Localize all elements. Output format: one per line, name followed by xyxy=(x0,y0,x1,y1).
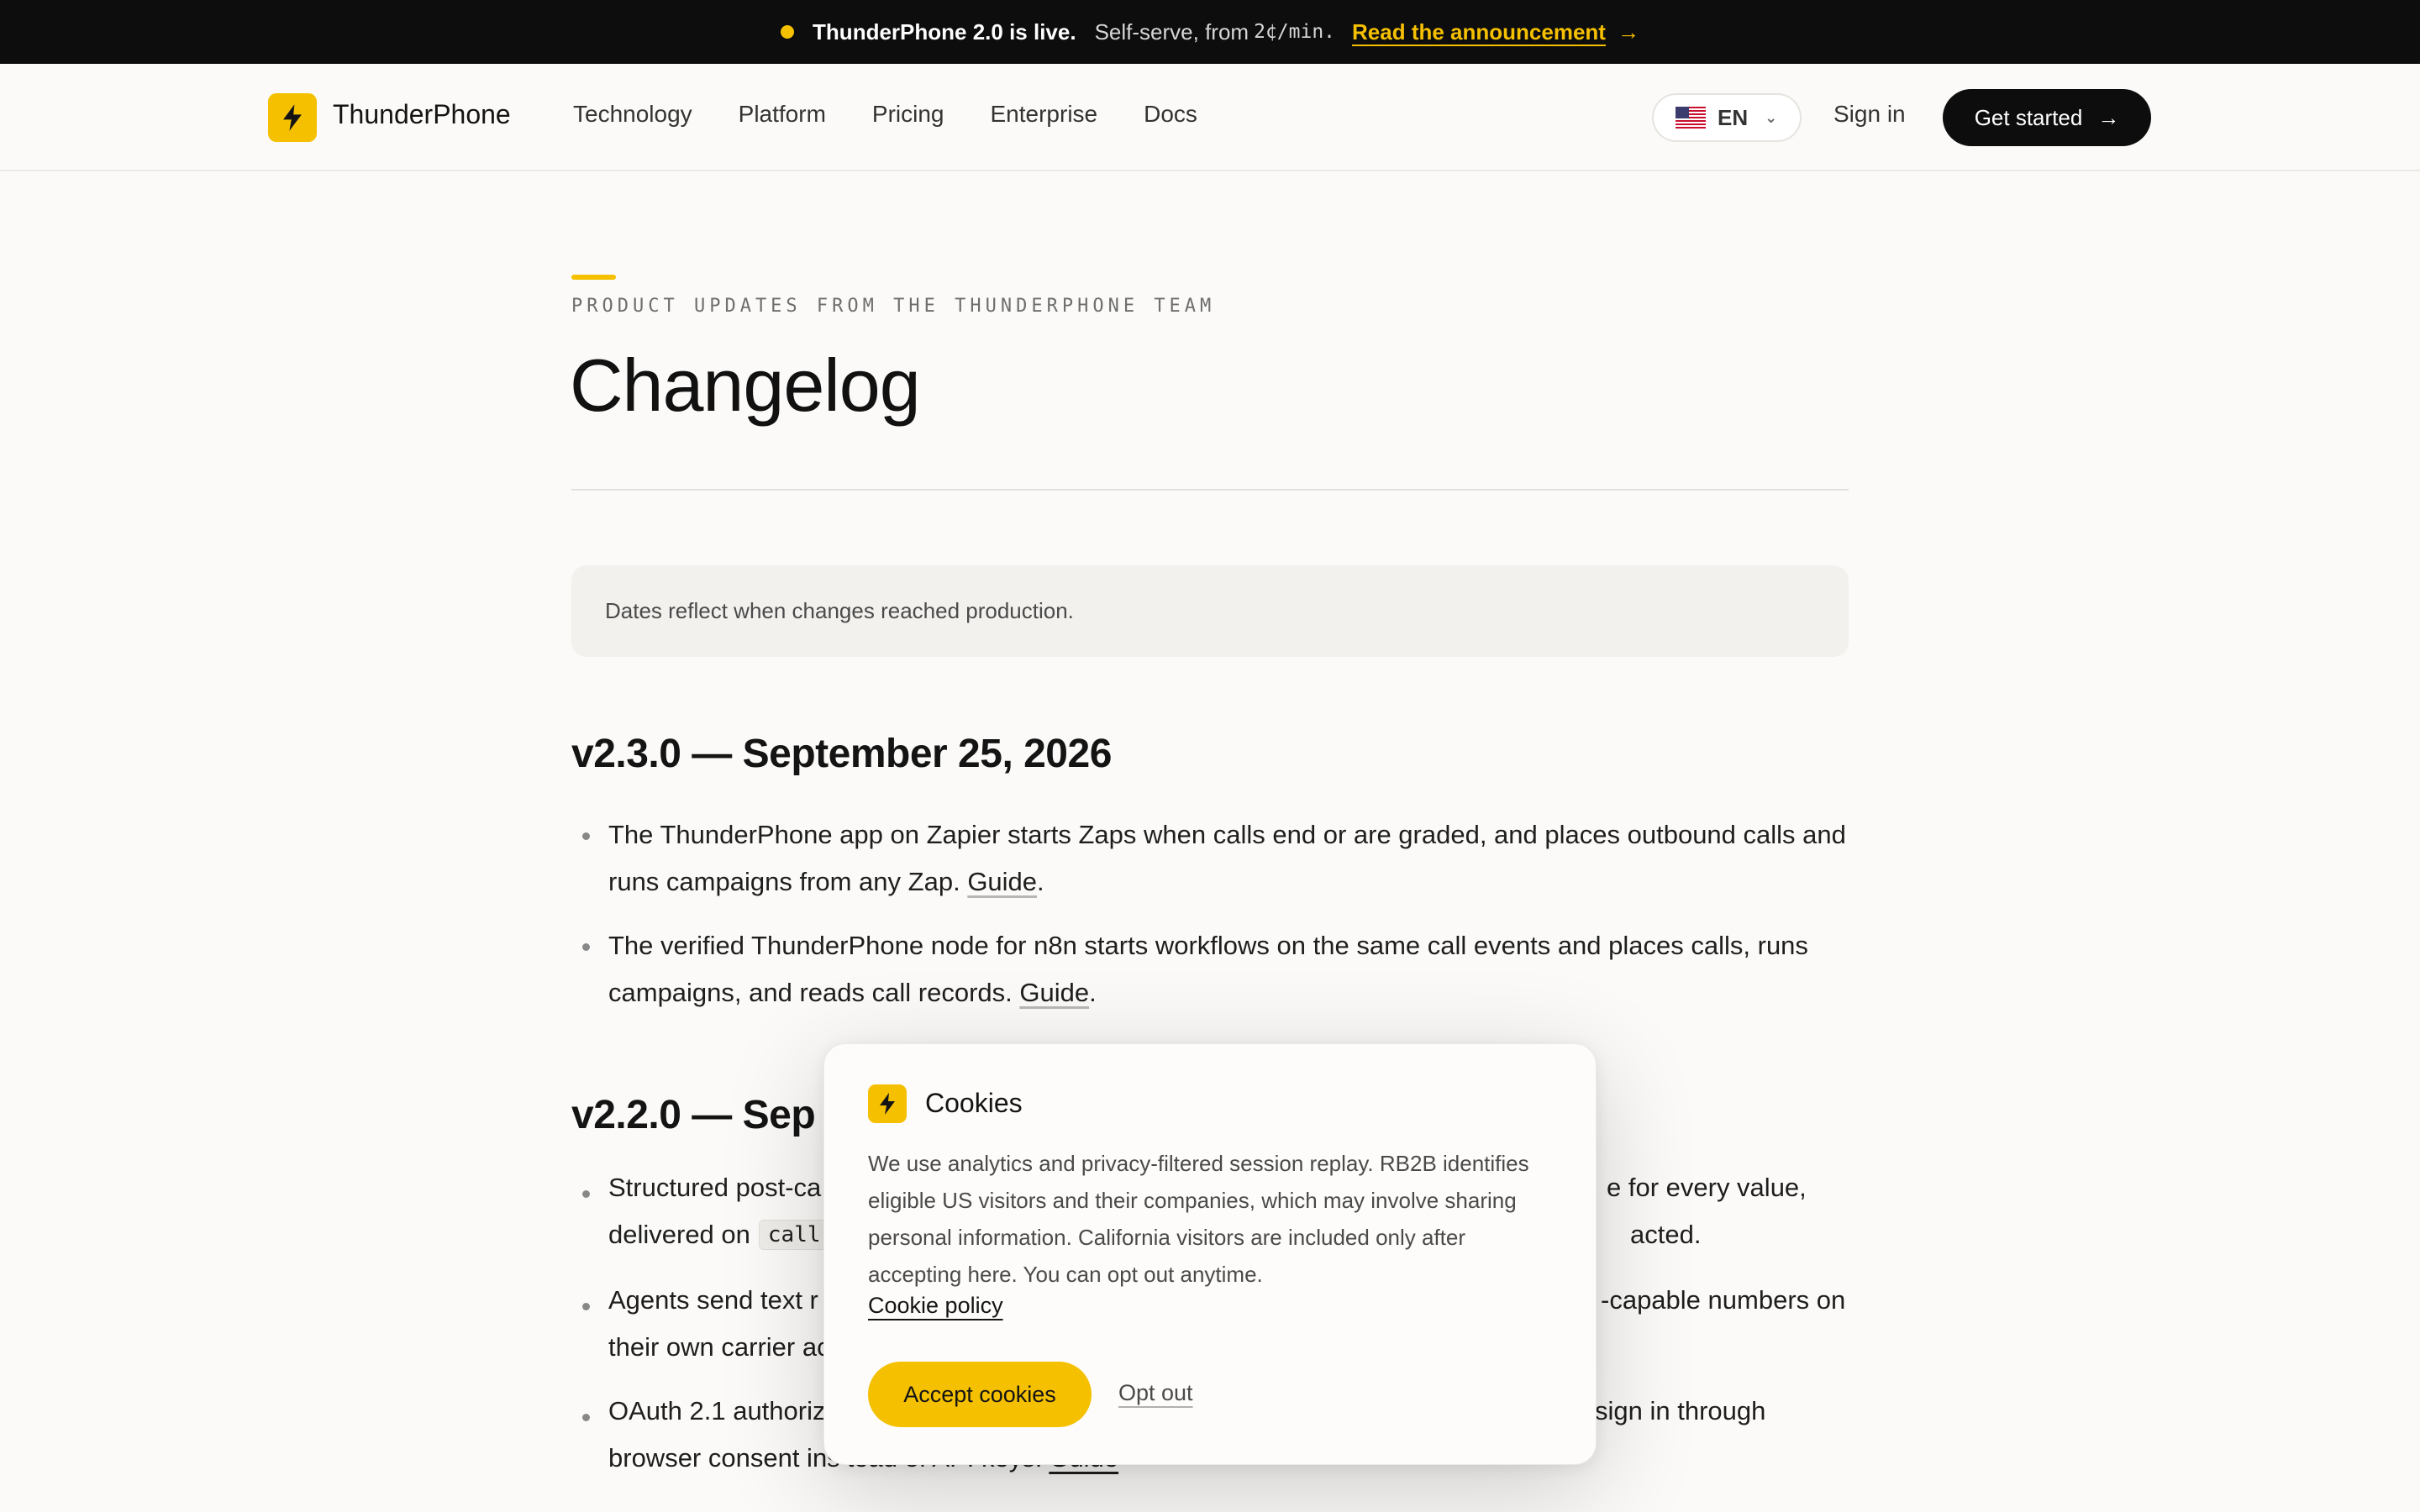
cookie-policy-link[interactable]: Cookie policy xyxy=(868,1293,1003,1319)
info-note: Dates reflect when changes reached produ… xyxy=(571,565,1849,657)
list-item-fragment: Agents send text r xyxy=(608,1285,818,1315)
nav-link-pricing[interactable]: Pricing xyxy=(872,101,944,128)
get-started-label: Get started xyxy=(1974,104,2083,130)
accent-bar xyxy=(571,275,616,280)
announcement-headline: ThunderPhone 2.0 is live. xyxy=(813,18,1076,45)
language-selector[interactable]: EN ⌄ xyxy=(1652,93,1802,142)
nav-link-enterprise[interactable]: Enterprise xyxy=(991,101,1098,128)
cookie-dialog-title: Cookies xyxy=(925,1088,1023,1118)
list-item: The verified ThunderPhone node for n8n s… xyxy=(571,922,1849,1016)
list-item-text: browser consent ins xyxy=(608,1443,840,1473)
nav-links: Technology Platform Pricing Enterprise D… xyxy=(573,101,1197,128)
list-item-fragment: delivered on call xyxy=(608,1220,830,1250)
lightning-bolt-icon[interactable] xyxy=(268,93,317,142)
list-item-fragment: acted. xyxy=(1630,1220,1702,1249)
page-title: Changelog xyxy=(570,344,921,427)
cookie-consent-dialog: Cookies We use analytics and privacy-fil… xyxy=(823,1043,1597,1465)
arrow-right-icon: → xyxy=(2097,104,2120,130)
bullet xyxy=(582,1190,590,1198)
accept-cookies-button[interactable]: Accept cookies xyxy=(868,1362,1092,1427)
release-heading: v2.3.0 — September 25, 2026 xyxy=(571,732,1112,776)
page-eyebrow: PRODUCT UPDATES FROM THE THUNDERPHONE TE… xyxy=(571,296,1216,317)
announcement-link[interactable]: Read the announcement xyxy=(1352,19,1606,45)
arrow-right-icon[interactable]: → xyxy=(1618,19,1639,45)
list-item-fragment: their own carrier ac xyxy=(608,1332,830,1362)
list-item-fragment: e for every value, xyxy=(1607,1173,1807,1202)
language-label: EN xyxy=(1718,104,1749,130)
cookie-dialog-body: We use analytics and privacy-filtered se… xyxy=(868,1151,1529,1287)
get-started-button[interactable]: Get started → xyxy=(1943,89,2151,146)
release-items: The ThunderPhone app on Zapier starts Za… xyxy=(571,811,1849,1033)
bullet xyxy=(582,1303,590,1310)
list-item-fragment: Structured post-ca xyxy=(608,1173,822,1202)
list-item-fragment: OAuth 2.1 authoriz xyxy=(608,1396,826,1425)
nav-link-docs[interactable]: Docs xyxy=(1144,101,1197,128)
divider xyxy=(571,489,1849,491)
opt-out-link[interactable]: Opt out xyxy=(1118,1380,1193,1406)
guide-link[interactable]: Guide xyxy=(1019,978,1089,1007)
release-heading: v2.2.0 — Sep xyxy=(571,1093,816,1137)
announcement-subtext: Self-serve, from xyxy=(1094,18,1249,45)
list-item: The ThunderPhone app on Zapier starts Za… xyxy=(571,811,1849,906)
nav-link-platform[interactable]: Platform xyxy=(739,101,826,128)
brand-name[interactable]: ThunderPhone xyxy=(333,99,511,130)
chevron-down-icon: ⌄ xyxy=(1765,108,1778,126)
sign-in-link[interactable]: Sign in xyxy=(1833,101,1906,128)
announcement-bar: ThunderPhone 2.0 is live. Self-serve, fr… xyxy=(0,0,2420,64)
list-item-fragment: -capable numbers on xyxy=(1601,1285,1846,1315)
list-item-fragment: sign in through xyxy=(1595,1396,1766,1425)
us-flag-icon xyxy=(1676,107,1706,129)
announcement-price: 2¢/min. xyxy=(1254,21,1336,43)
top-navigation: ThunderPhone Technology Platform Pricing… xyxy=(0,64,2420,171)
lightning-bolt-icon xyxy=(868,1084,907,1123)
code-inline: call xyxy=(758,1220,830,1250)
list-item-text: The verified ThunderPhone node for n8n s… xyxy=(608,931,1808,1007)
status-dot-icon xyxy=(781,25,795,39)
list-item-text: The ThunderPhone app on Zapier starts Za… xyxy=(608,820,1846,896)
guide-link[interactable]: Guide xyxy=(967,867,1037,896)
bullet xyxy=(582,1414,590,1421)
list-item-text: delivered on xyxy=(608,1220,750,1249)
nav-link-technology[interactable]: Technology xyxy=(573,101,692,128)
